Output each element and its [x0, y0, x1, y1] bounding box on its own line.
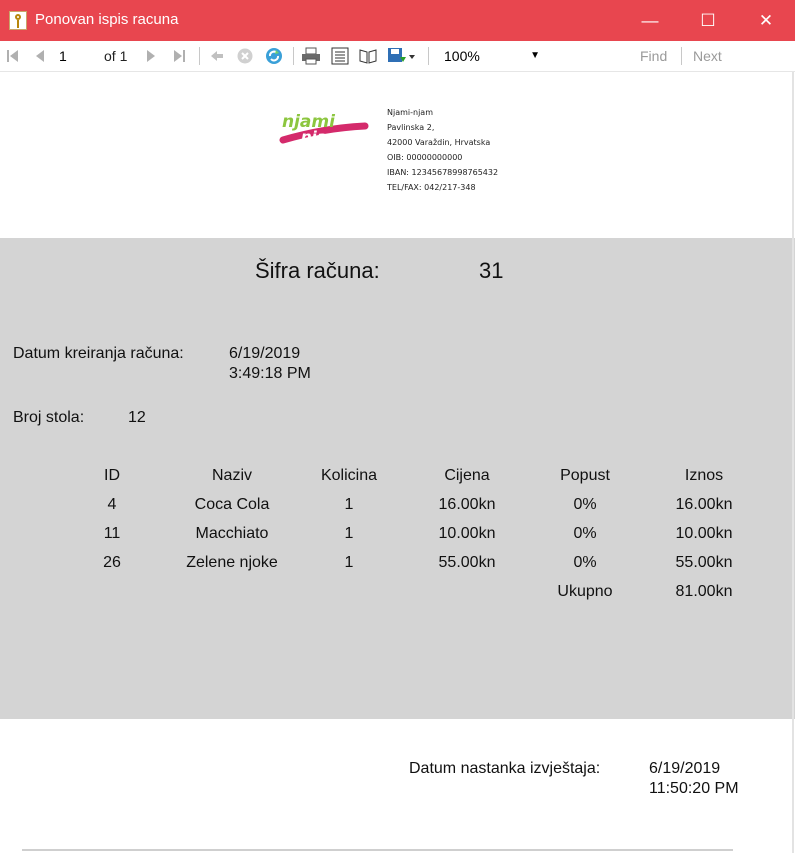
export-icon[interactable] — [386, 47, 416, 65]
zoom-select[interactable]: 100% ▼ — [438, 45, 548, 67]
cell-id: 26 — [103, 554, 121, 571]
cell-cijena: 16.00kn — [438, 496, 496, 513]
cell-naziv: Coca Cola — [194, 496, 270, 513]
cell-cijena: 10.00kn — [438, 525, 496, 542]
toolbar-separator — [428, 47, 429, 65]
minimize-button[interactable]: — — [621, 0, 679, 41]
company-city: 42000 Varaždin, Hrvatska — [387, 138, 491, 147]
cell-kolicina: 1 — [344, 554, 354, 571]
company-address: Pavlinska 2, — [387, 123, 435, 132]
report-toolbar: 1 of 1 100% ▼ Find Next — [0, 41, 795, 72]
find-input[interactable] — [556, 45, 626, 67]
toolbar-separator — [199, 47, 200, 65]
report-time-value: 11:50:20 PM — [649, 780, 739, 797]
next-page-icon[interactable] — [145, 47, 157, 65]
first-page-icon[interactable] — [6, 47, 20, 65]
svg-text:njam: njam — [301, 128, 343, 146]
chevron-down-icon: ▼ — [530, 50, 540, 61]
print-layout-icon[interactable] — [330, 47, 350, 65]
toolbar-separator — [293, 47, 294, 65]
find-button[interactable]: Find — [640, 47, 667, 65]
created-date-label: Datum kreiranja računa: — [13, 345, 184, 362]
company-iban: IBAN: 12345678998765432 — [387, 168, 499, 177]
column-header-cijena: Cijena — [444, 467, 490, 484]
column-header-popust: Popust — [560, 467, 610, 484]
cell-popust: 0% — [573, 496, 597, 513]
cell-iznos: 16.00kn — [675, 496, 733, 513]
company-oib: OIB: 00000000000 — [387, 153, 463, 162]
last-page-icon[interactable] — [172, 47, 186, 65]
table-number-value: 12 — [128, 409, 146, 426]
next-button[interactable]: Next — [693, 47, 722, 65]
horizontal-scrollbar-track[interactable] — [22, 849, 733, 851]
window-title: Ponovan ispis racuna — [35, 11, 179, 28]
cell-iznos: 55.00kn — [675, 554, 733, 571]
receipt-code-value: 31 — [479, 258, 504, 283]
report-date-value: 6/19/2019 — [649, 760, 721, 777]
vertical-scrollbar-track[interactable] — [792, 72, 794, 853]
cell-popust: 0% — [573, 525, 597, 542]
back-icon[interactable] — [209, 47, 225, 65]
column-header-naziv: Naziv — [211, 467, 252, 484]
column-header-iznos: Iznos — [684, 467, 724, 484]
total-label: Ukupno — [557, 583, 613, 600]
page-setup-icon[interactable] — [358, 47, 378, 65]
cell-popust: 0% — [573, 554, 597, 571]
previous-page-icon[interactable] — [34, 47, 46, 65]
cell-id: 4 — [107, 496, 117, 513]
company-info: Njami-njam Pavlinska 2, 42000 Varaždin, … — [387, 105, 498, 195]
app-key-icon — [9, 11, 27, 30]
company-name: Njami-njam — [387, 108, 433, 117]
company-tel: TEL/FAX: 042/217-348 — [387, 183, 476, 192]
page-count-label: of 1 — [104, 48, 128, 64]
cell-kolicina: 1 — [344, 496, 354, 513]
print-icon[interactable] — [301, 47, 321, 65]
table-number-label: Broj stola: — [13, 409, 85, 426]
column-header-kolicina: Kolicina — [320, 467, 378, 484]
report-date-label: Datum nastanka izvještaja: — [409, 760, 601, 777]
cell-id: 11 — [103, 525, 121, 542]
created-time-value: 3:49:18 PM — [229, 365, 311, 382]
created-date-value: 6/19/2019 — [229, 345, 301, 362]
cell-naziv: Zelene njoke — [186, 554, 278, 571]
page-number-input[interactable]: 1 — [59, 46, 95, 66]
title-bar: Ponovan ispis racuna — ☐ ✕ — [0, 0, 795, 41]
column-header-id: ID — [104, 467, 120, 484]
cell-kolicina: 1 — [344, 525, 354, 542]
cell-iznos: 10.00kn — [675, 525, 733, 542]
close-button[interactable]: ✕ — [737, 0, 795, 41]
receipt-code-label: Šifra računa: — [255, 258, 380, 283]
njami-njam-logo: njami njam — [279, 112, 369, 146]
total-value: 81.00kn — [675, 583, 733, 600]
maximize-button[interactable]: ☐ — [679, 0, 737, 41]
refresh-icon[interactable] — [264, 47, 284, 65]
toolbar-separator — [681, 47, 682, 65]
stop-icon[interactable] — [236, 47, 254, 65]
cell-naziv: Macchiato — [195, 525, 269, 542]
cell-cijena: 55.00kn — [438, 554, 496, 571]
